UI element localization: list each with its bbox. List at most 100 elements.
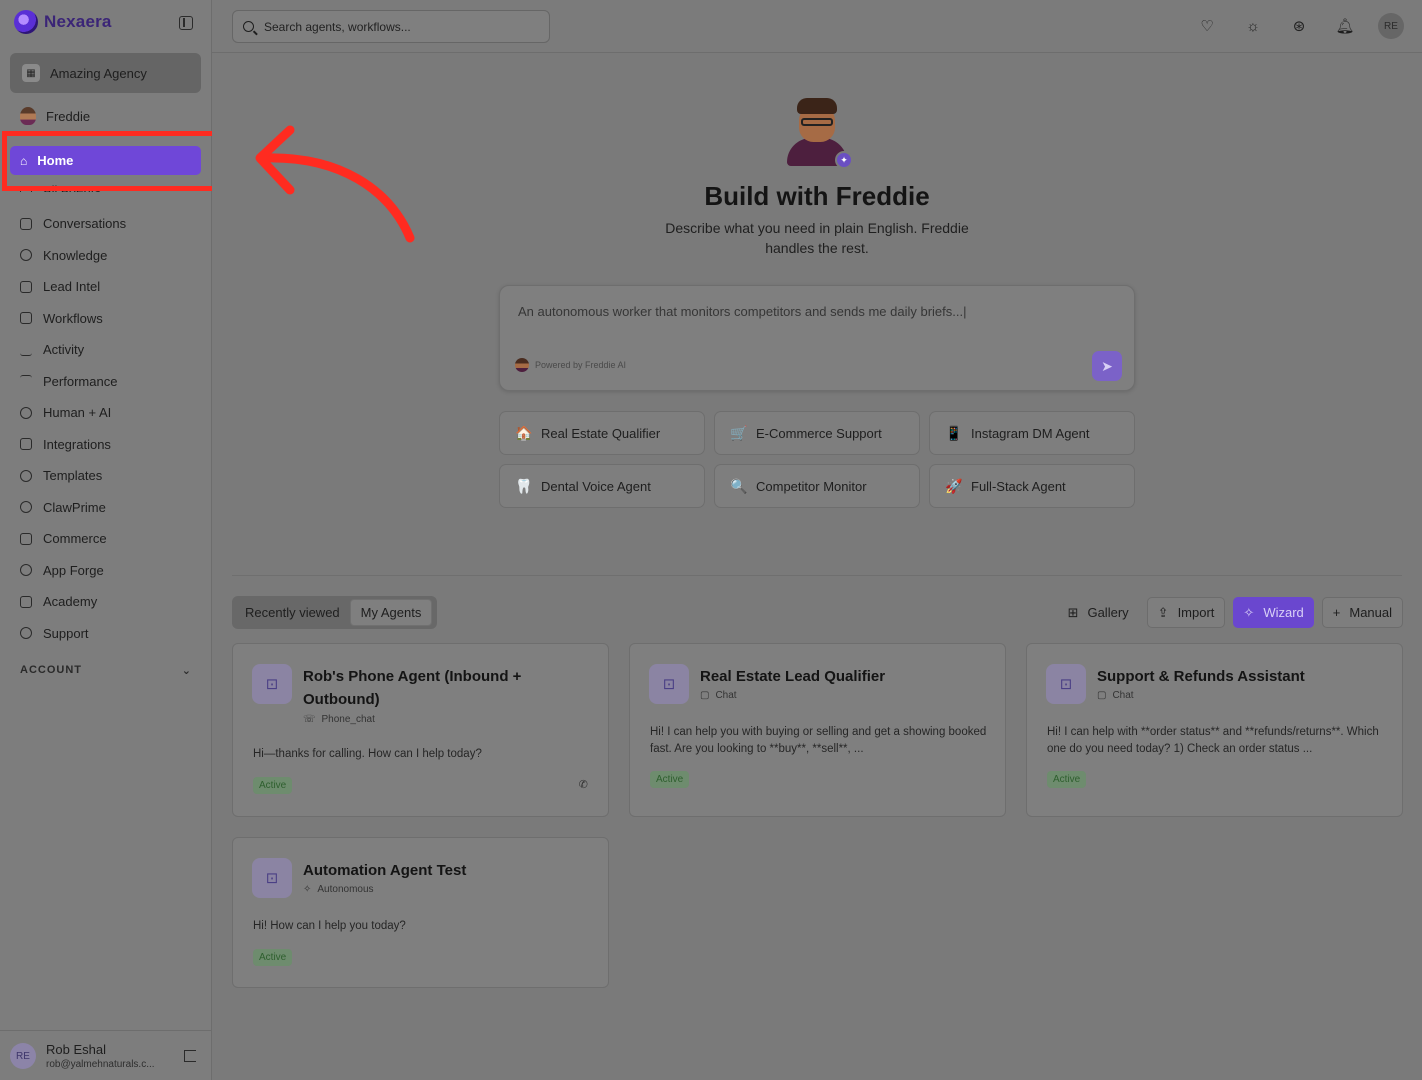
manual-button[interactable]: + Manual (1321, 597, 1403, 628)
workflow-icon (20, 312, 32, 325)
sidebar-item-label: Performance (43, 373, 118, 389)
chevron-down-icon: ⌄ (181, 665, 192, 677)
cart-icon (20, 532, 32, 545)
agent-type-label: Chat (1112, 690, 1134, 701)
quick-start-label: Dental Voice Agent (541, 478, 651, 494)
prompt-placeholder: An autonomous worker that monitors compe… (518, 304, 967, 319)
activity-icon (20, 344, 32, 356)
share-icon (20, 469, 32, 482)
brand-name: Nexaera (44, 12, 112, 31)
sidebar-item-label: Commerce (43, 531, 107, 547)
freddie-avatar: ✦ (787, 98, 853, 169)
sidebar-item-activity[interactable]: Activity (20, 334, 205, 366)
agent-card[interactable]: ⊡ Automation Agent Test ✧ Autonomous Hi! … (232, 837, 609, 988)
sidebar-item-label: Knowledge (43, 247, 108, 263)
sparkle-icon: ✦ (835, 151, 853, 169)
wizard-button[interactable]: ✧ Wizard (1233, 597, 1314, 628)
agent-card[interactable]: ⊡ Support & Refunds Assistant ▢ Chat Hi! … (1026, 643, 1403, 817)
search-bar[interactable] (232, 10, 550, 43)
heart-icon[interactable]: ♡ (1194, 13, 1220, 39)
sidebar-item-label: App Forge (43, 562, 104, 578)
profile-name: Rob Eshal (46, 1042, 106, 1057)
sidebar-item-clawprime[interactable]: ClawPrime (20, 492, 205, 524)
quick-start-ecommerce-support[interactable]: 🛒 E-Commerce Support (714, 411, 920, 455)
agent-title: Real Estate Lead Qualifier (700, 668, 886, 685)
sidebar-item-conversations[interactable]: Conversations (20, 208, 205, 240)
agent-title: Support & Refunds Assistant (1097, 668, 1305, 685)
paw-icon (20, 501, 32, 514)
quick-start-dental-voice-agent[interactable]: 🦷 Dental Voice Agent (499, 464, 705, 508)
sidebar-item-performance[interactable]: Performance (20, 366, 205, 398)
agents-view-tabs: Recently viewed My Agents (232, 596, 437, 629)
workspace-switcher[interactable]: ▦ Amazing Agency (10, 53, 201, 93)
quick-start-competitor-monitor[interactable]: 🔍 Competitor Monitor (714, 464, 920, 508)
agent-card[interactable]: ⊡ Rob's Phone Agent (Inbound + Outbound)… (232, 643, 609, 817)
quick-start-label: Instagram DM Agent (971, 425, 1090, 441)
send-button[interactable]: ➤ (1092, 351, 1122, 381)
agent-description: Hi! How can I help you today? (253, 920, 406, 932)
sidebar-item-human-ai[interactable]: Human + AI (20, 397, 205, 429)
agent-type: ▢ Chat (700, 690, 737, 701)
sidebar-item-commerce[interactable]: Commerce (20, 523, 205, 555)
sidebar-item-academy[interactable]: Academy (20, 586, 205, 618)
status-badge: Active (253, 949, 293, 966)
powered-by-label: Powered by Freddie AI (535, 360, 627, 370)
sidebar-item-home[interactable]: ⌂ Home (10, 146, 201, 175)
sidebar: Nexaera ▦ Amazing Agency Freddie All Age… (0, 0, 212, 1080)
sparkles-icon: ✧ (303, 884, 312, 895)
bot-icon: ⊡ (1046, 664, 1086, 704)
agent-description: Hi! I can help you with buying or sellin… (650, 726, 987, 755)
section-divider (232, 575, 1402, 576)
lifebuoy-icon[interactable]: ⊛ (1286, 13, 1312, 39)
freddie-avatar (20, 107, 36, 125)
avatar[interactable]: RE (1378, 13, 1404, 39)
sidebar-collapse-icon[interactable] (179, 16, 193, 30)
agent-type-label: Chat (715, 690, 737, 701)
agent-actions: ⊞ Gallery ⇪ Import ✧ Wizard + Manual (1058, 597, 1403, 628)
tab-my-agents[interactable]: My Agents (349, 599, 433, 626)
sidebar-item-support[interactable]: Support (20, 618, 205, 650)
sidebar-item-workflows[interactable]: Workflows (20, 303, 205, 335)
sidebar-item-label: Lead Intel (43, 279, 101, 295)
main-content: ✦ Build with Freddie Describe what you n… (212, 53, 1422, 1080)
search-input[interactable] (264, 19, 534, 34)
sidebar-item-knowledge[interactable]: Knowledge (20, 240, 205, 272)
magnifier-icon: 🔍 (730, 477, 748, 494)
sidebar-item-all-agents[interactable]: All Agents (20, 176, 205, 192)
nexaera-logo-icon (14, 10, 38, 34)
agent-card[interactable]: ⊡ Real Estate Lead Qualifier ▢ Chat Hi! I… (629, 643, 1006, 817)
sidebar-item-label: Academy (43, 594, 98, 610)
sun-icon[interactable]: ☼ (1240, 13, 1266, 39)
agent-type-label: Autonomous (317, 884, 374, 895)
phone-icon[interactable]: ✆ (579, 778, 588, 791)
sidebar-item-integrations[interactable]: Integrations (20, 429, 205, 461)
tab-recently-viewed[interactable]: Recently viewed (235, 599, 350, 626)
plug-icon (20, 438, 32, 451)
sidebar-item-freddie[interactable]: Freddie (20, 107, 90, 125)
sparkles-icon: ✧ (1243, 604, 1255, 620)
sidebar-item-app-forge[interactable]: App Forge (20, 555, 205, 587)
profile-email: rob@yalmehnaturals.c... (46, 1059, 155, 1070)
sidebar-item-label: Workflows (43, 310, 103, 326)
user-profile[interactable]: RE Rob Eshal rob@yalmehnaturals.c... (0, 1030, 212, 1080)
sidebar-item-templates[interactable]: Templates (20, 460, 205, 492)
logout-icon[interactable] (184, 1050, 196, 1062)
gallery-button[interactable]: ⊞ Gallery (1058, 597, 1139, 628)
brain-icon (20, 249, 32, 262)
brand[interactable]: Nexaera (14, 10, 112, 34)
import-button[interactable]: ⇪ Import (1146, 597, 1226, 628)
workspace-label: Amazing Agency (50, 65, 147, 81)
chat-icon: ▢ (700, 690, 710, 701)
bot-icon: ⊡ (252, 858, 292, 898)
quick-start-instagram-dm-agent[interactable]: 📱 Instagram DM Agent (929, 411, 1135, 455)
wizard-label: Wizard (1263, 605, 1304, 620)
quick-start-full-stack-agent[interactable]: 🚀 Full-Stack Agent (929, 464, 1135, 508)
sidebar-item-label: Activity (43, 342, 85, 358)
account-section-toggle[interactable]: ACCOUNT ⌄ (20, 664, 192, 677)
status-badge: Active (650, 771, 690, 788)
quick-start-real-estate-qualifier[interactable]: 🏠 Real Estate Qualifier (499, 411, 705, 455)
agent-prompt-input[interactable]: An autonomous worker that monitors compe… (499, 285, 1135, 391)
tooth-icon: 🦷 (515, 477, 533, 494)
sidebar-item-lead-intel[interactable]: Lead Intel (20, 271, 205, 303)
bell-icon[interactable]: 🔔︎ (1332, 13, 1358, 39)
